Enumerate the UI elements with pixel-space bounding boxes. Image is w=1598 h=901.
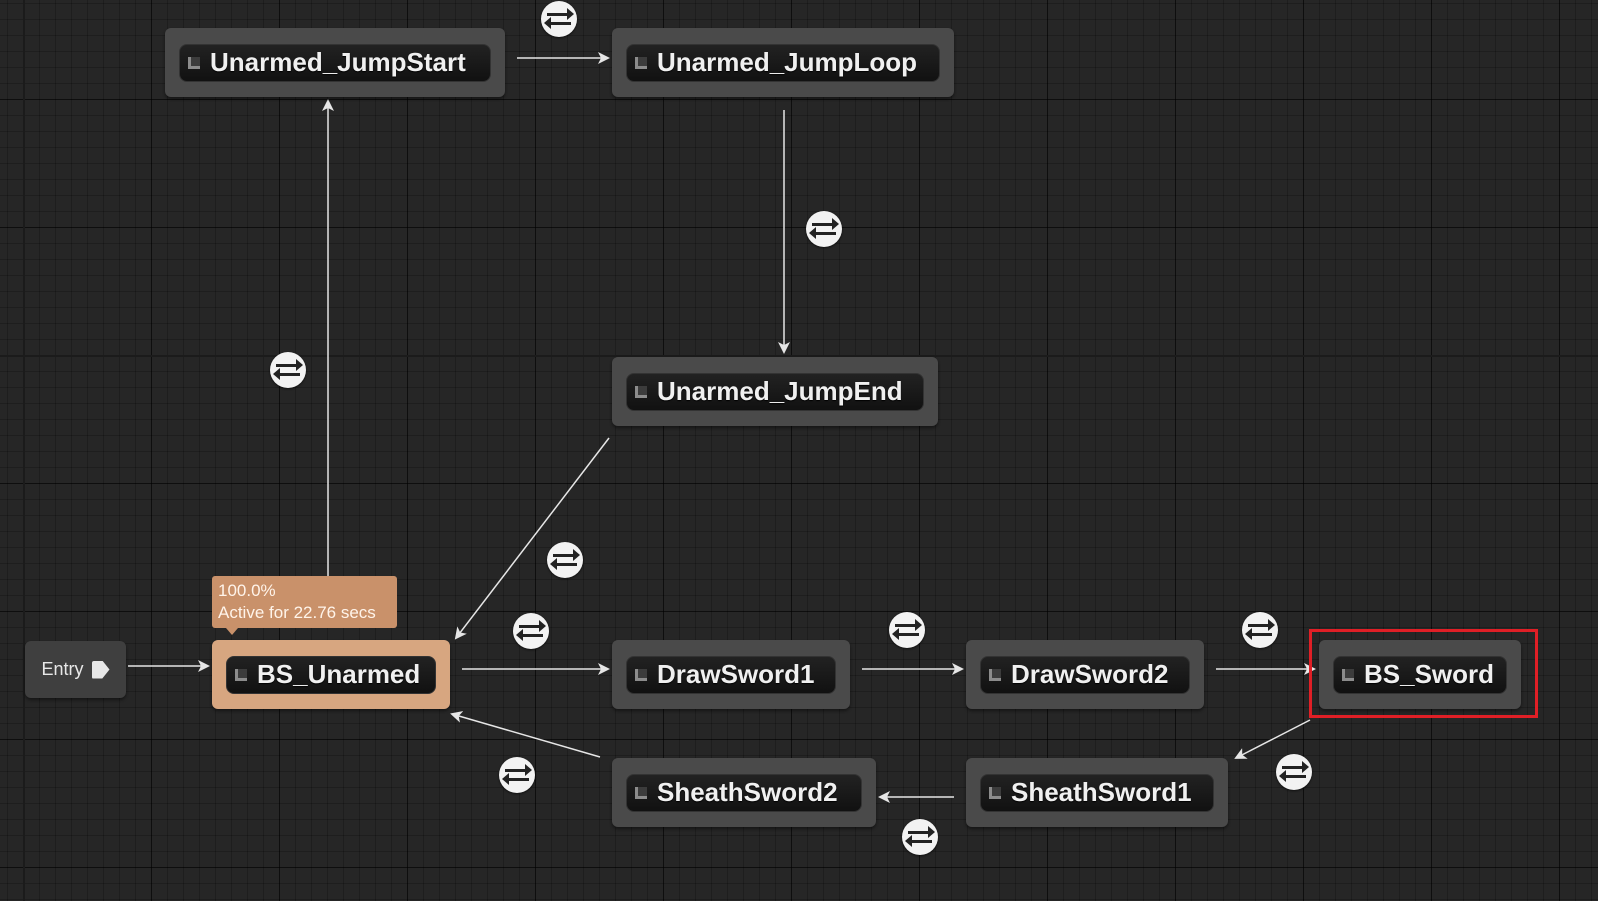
wire-jumpend-to-unarmed [454, 437, 610, 640]
state-node-icon [235, 668, 247, 681]
state-unarmed-jumpstart[interactable]: Unarmed_JumpStart [165, 28, 505, 97]
state-label: Unarmed_JumpStart [210, 47, 466, 77]
transition-rule-icon[interactable] [902, 819, 938, 855]
state-node-icon [635, 668, 647, 681]
transition-rule-icon[interactable] [1242, 612, 1278, 648]
state-label: SheathSword1 [1011, 777, 1192, 807]
state-node-icon [635, 385, 647, 398]
state-label: DrawSword1 [657, 659, 815, 689]
state-node-icon [989, 668, 1001, 681]
entry-node[interactable]: Entry [25, 641, 126, 698]
transition-rule-icon[interactable] [499, 757, 535, 793]
transition-rule-icon[interactable] [513, 613, 549, 649]
transition-rule-icon[interactable] [541, 1, 577, 37]
state-sheathsword1[interactable]: SheathSword1 [966, 758, 1228, 827]
state-label: DrawSword2 [1011, 659, 1169, 689]
state-unarmed-jumpend[interactable]: Unarmed_JumpEnd [612, 357, 938, 426]
state-node-icon [635, 786, 647, 799]
entry-arrow-icon [91, 660, 110, 679]
state-node-icon [989, 786, 1001, 799]
transition-rule-icon[interactable] [547, 542, 583, 578]
state-drawsword2[interactable]: DrawSword2 [966, 640, 1204, 709]
active-state-weight: 100.0% [218, 581, 276, 600]
state-sheathsword2[interactable]: SheathSword2 [612, 758, 876, 827]
state-label: Unarmed_JumpLoop [657, 47, 918, 77]
transition-rule-icon[interactable] [270, 352, 306, 388]
state-label: SheathSword2 [657, 777, 838, 807]
state-unarmed-jumploop[interactable]: Unarmed_JumpLoop [612, 28, 954, 97]
state-label: BS_Unarmed [257, 659, 421, 689]
state-drawsword1[interactable]: DrawSword1 [612, 640, 850, 709]
transition-rule-icon[interactable] [806, 211, 842, 247]
transition-rule-icon[interactable] [1276, 754, 1312, 790]
wire-bssword-to-sheathsword1 [1234, 719, 1311, 759]
state-node-icon [188, 56, 200, 69]
wire-sheathsword2-to-unarmed [450, 711, 601, 758]
state-bs-unarmed[interactable]: BS_Unarmed [212, 640, 450, 709]
active-state-duration: Active for 22.76 secs [218, 603, 376, 622]
highlight-box [1309, 629, 1538, 718]
entry-label: Entry [41, 659, 84, 679]
state-node-icon [635, 56, 647, 69]
state-label: Unarmed_JumpEnd [657, 376, 903, 406]
transition-rule-icon[interactable] [889, 612, 925, 648]
active-state-tooltip: 100.0% Active for 22.76 secs [212, 576, 397, 635]
